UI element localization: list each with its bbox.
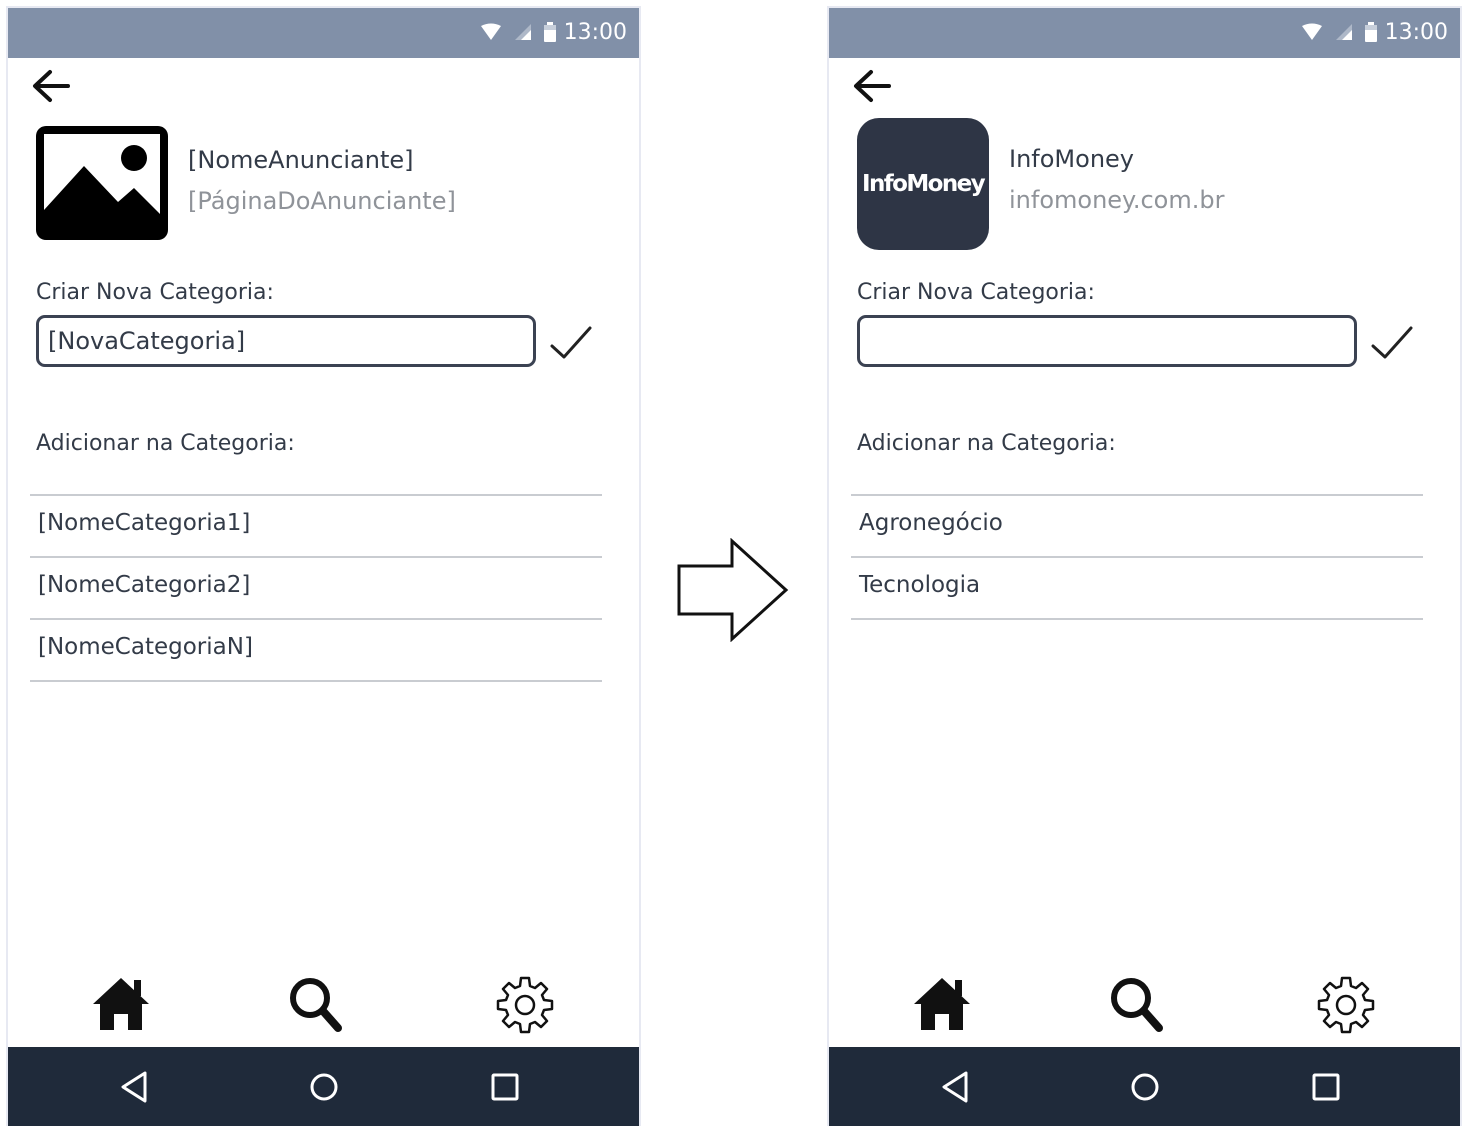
status-bar: 13:00 xyxy=(829,8,1460,58)
add-category-label: Adicionar na Categoria: xyxy=(857,431,1116,456)
status-icons xyxy=(1302,22,1384,51)
list-item[interactable]: Agronegócio xyxy=(851,494,1423,556)
system-back-button[interactable] xyxy=(936,1067,976,1107)
list-item[interactable]: [NomeCategoria1] xyxy=(30,494,602,556)
signal-icon xyxy=(1336,24,1352,40)
new-category-input[interactable] xyxy=(857,315,1357,367)
nav-settings-button[interactable] xyxy=(1311,970,1381,1040)
category-name: [NomeCategoria1] xyxy=(38,510,251,536)
back-button[interactable] xyxy=(849,66,895,106)
system-nav-bar xyxy=(8,1047,639,1126)
wifi-icon xyxy=(481,23,501,40)
gear-icon xyxy=(496,976,554,1034)
nav-settings-button[interactable] xyxy=(490,970,560,1040)
bottom-nav xyxy=(8,970,639,1048)
advertiser-logo: InfoMoney xyxy=(857,118,989,250)
advertiser-image-placeholder xyxy=(36,126,168,240)
back-triangle-icon xyxy=(942,1071,968,1103)
advertiser-page[interactable]: infomoney.com.br xyxy=(1009,186,1224,214)
back-button[interactable] xyxy=(28,66,74,106)
system-back-button[interactable] xyxy=(115,1067,155,1107)
checkmark-icon xyxy=(1371,326,1413,359)
phone-screen-template: 13:00 [NomeAnunciante] [PáginaDoAnuncian… xyxy=(8,8,639,1126)
advertiser-page[interactable]: [PáginaDoAnunciante] xyxy=(188,187,456,215)
category-name: [NomeCategoria2] xyxy=(38,572,251,598)
system-recents-button[interactable] xyxy=(1306,1067,1346,1107)
category-list: Agronegócio Tecnologia xyxy=(851,494,1423,620)
list-item[interactable]: [NomeCategoriaN] xyxy=(30,618,602,682)
battery-icon xyxy=(1365,22,1377,42)
list-item[interactable]: Tecnologia xyxy=(851,556,1423,620)
nav-search-button[interactable] xyxy=(282,970,352,1040)
signal-icon xyxy=(515,24,531,40)
nav-home-button[interactable] xyxy=(907,970,977,1040)
wifi-icon xyxy=(1302,23,1322,40)
search-icon xyxy=(1111,978,1163,1032)
bottom-nav xyxy=(829,970,1460,1048)
home-icon xyxy=(93,978,149,1030)
recents-square-icon xyxy=(491,1073,519,1101)
search-icon xyxy=(290,978,342,1032)
nav-search-button[interactable] xyxy=(1103,970,1173,1040)
confirm-category-button[interactable] xyxy=(1369,324,1415,362)
back-triangle-icon xyxy=(121,1071,147,1103)
system-home-button[interactable] xyxy=(304,1067,344,1107)
create-category-label: Criar Nova Categoria: xyxy=(857,280,1095,305)
category-name: [NomeCategoriaN] xyxy=(38,634,253,660)
gear-icon xyxy=(1317,976,1375,1034)
confirm-category-button[interactable] xyxy=(548,324,594,362)
status-bar: 13:00 xyxy=(8,8,639,58)
new-category-input[interactable] xyxy=(36,315,536,367)
category-name: Tecnologia xyxy=(859,572,981,598)
list-item[interactable]: [NomeCategoria2] xyxy=(30,556,602,618)
category-name: Agronegócio xyxy=(859,510,1003,536)
home-icon xyxy=(914,978,970,1030)
create-category-label: Criar Nova Categoria: xyxy=(36,280,274,305)
recents-square-icon xyxy=(1312,1073,1340,1101)
system-home-button[interactable] xyxy=(1125,1067,1165,1107)
category-list: [NomeCategoria1] [NomeCategoria2] [NomeC… xyxy=(30,494,602,682)
advertiser-name: [NomeAnunciante] xyxy=(188,146,414,174)
system-nav-bar xyxy=(829,1047,1460,1126)
home-circle-icon xyxy=(310,1073,338,1101)
right-arrow-icon xyxy=(677,538,789,642)
status-time: 13:00 xyxy=(563,20,627,45)
advertiser-logo-text: InfoMoney xyxy=(862,171,986,197)
status-time: 13:00 xyxy=(1384,20,1448,45)
back-arrow-icon xyxy=(854,70,891,102)
image-placeholder-icon xyxy=(36,126,168,240)
nav-home-button[interactable] xyxy=(86,970,156,1040)
back-arrow-icon xyxy=(33,70,70,102)
battery-icon xyxy=(544,22,556,42)
advertiser-name: InfoMoney xyxy=(1009,145,1134,173)
status-icons xyxy=(481,22,563,51)
add-category-label: Adicionar na Categoria: xyxy=(36,431,295,456)
phone-screen-example: 13:00 InfoMoney InfoMoney infomoney.com.… xyxy=(829,8,1460,1126)
home-circle-icon xyxy=(1131,1073,1159,1101)
checkmark-icon xyxy=(550,326,592,359)
system-recents-button[interactable] xyxy=(485,1067,525,1107)
